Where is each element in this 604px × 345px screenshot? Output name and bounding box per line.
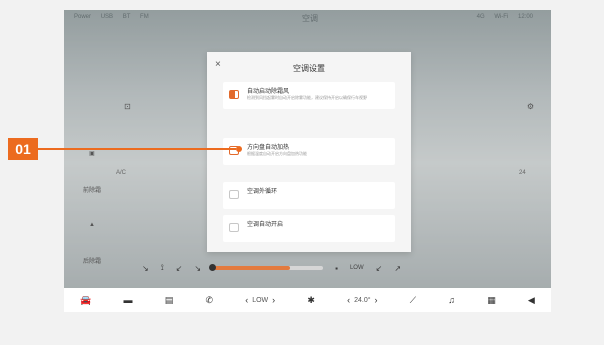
side-controls: ▣ 前除霜 ▲ 后除霜 (80, 150, 104, 288)
seat-heat-icon[interactable]: ⟋ (410, 295, 416, 306)
temperature-value: 24.0° (354, 296, 371, 304)
doc-icon[interactable]: ▤ (165, 295, 174, 306)
background-icon: ⊡ (124, 102, 131, 111)
apps-grid-icon[interactable]: ▦ (487, 295, 496, 306)
option-checkbox[interactable] (229, 190, 239, 199)
fan-slider-fill (213, 266, 291, 270)
option-auto-start[interactable]: 空调自动开启 (223, 215, 395, 242)
seat-heat-icon[interactable]: ↘ (142, 264, 149, 273)
airflow-icon[interactable]: ↙ (176, 264, 183, 273)
option-desc: 检测到风挡起雾时自动开启除雾功能，建议保持开启以确保行车视野 (247, 95, 367, 100)
fan-icon[interactable]: ⟟ (161, 263, 164, 273)
side-control-rear-defrost[interactable]: ▲ 后除霜 (80, 222, 104, 265)
fan-level-value: LOW (252, 296, 269, 304)
fan-icon[interactable]: ✱ (307, 295, 315, 306)
bottom-dock: 🚘 ▬ ▤ ✆ ‹ LOW › ✱ ‹ 24.0° › ⟋ ♫ ▦ ◀ (64, 288, 551, 312)
fan-level-control[interactable]: ‹ LOW › (245, 295, 275, 305)
left-arrow-icon[interactable]: ‹ (347, 295, 350, 305)
callout-dot (236, 146, 242, 152)
product-frame: Power USB BT FM 空调 4G Wi-Fi 12:00 ⊡ ▭ ⚙ … (0, 0, 604, 345)
option-auto-defog[interactable]: 自动启动除霜风 检测到风挡起雾时自动开启除雾功能，建议保持开启以确保行车视野 (223, 82, 395, 109)
option-steering-heat[interactable]: 方向盘自动加热 根据温度自动开启方向盘加热功能 (223, 138, 395, 165)
background-icon: ⚙ (526, 102, 534, 111)
seat-icon[interactable]: ▬ (124, 295, 133, 305)
side-control-label: 后除霜 (82, 259, 101, 265)
right-arrow-icon[interactable]: › (375, 295, 378, 305)
airflow-icon[interactable]: ↘ (194, 264, 201, 273)
option-title: 空调自动开启 (247, 222, 284, 228)
option-title: 空调外循环 (247, 189, 278, 195)
option-desc: 根据温度自动开启方向盘加热功能 (247, 151, 307, 156)
seat-icon[interactable]: ↙ (376, 264, 383, 273)
phone-icon[interactable]: ✆ (205, 295, 213, 306)
right-arrow-icon[interactable]: › (272, 295, 275, 305)
dialog-title: 空调设置 (293, 64, 325, 73)
mode-text: LOW (349, 265, 364, 271)
volume-icon[interactable]: ◀ (528, 295, 535, 306)
car-icon[interactable]: 🚘 (80, 295, 91, 306)
mode-icon[interactable]: ▪ (335, 264, 338, 273)
music-icon[interactable]: ♫ (448, 295, 455, 305)
side-control-front-defrost[interactable]: ▣ 前除霜 (80, 150, 104, 194)
side-control-label: 前除霜 (82, 188, 101, 194)
climate-controls: ↘ ⟟ ↙ ↘ ▪ LOW ↙ ↗ (142, 260, 542, 276)
callout-line (38, 148, 236, 150)
option-checkbox[interactable] (229, 223, 239, 232)
option-checkbox[interactable] (229, 90, 239, 99)
fan-slider[interactable] (209, 264, 324, 271)
seat-icon[interactable]: ↗ (394, 264, 401, 273)
left-arrow-icon[interactable]: ‹ (245, 295, 248, 305)
background-text-right: 24 (519, 170, 526, 176)
defrost-icon: ▲ (89, 222, 95, 228)
callout-label: 01 (8, 138, 38, 160)
ac-settings-dialog: × 空调设置 自动启动除霜风 检测到风挡起雾时自动开启除雾功能，建议保持开启以确… (207, 52, 411, 252)
temperature-control[interactable]: ‹ 24.0° › (347, 295, 377, 305)
option-title: 方向盘自动加热 (247, 145, 290, 151)
option-outer-loop[interactable]: 空调外循环 (223, 182, 395, 209)
option-title: 自动启动除霜风 (247, 89, 290, 95)
defrost-icon: ▣ (89, 151, 95, 157)
background-text-left: A/C (116, 170, 127, 176)
